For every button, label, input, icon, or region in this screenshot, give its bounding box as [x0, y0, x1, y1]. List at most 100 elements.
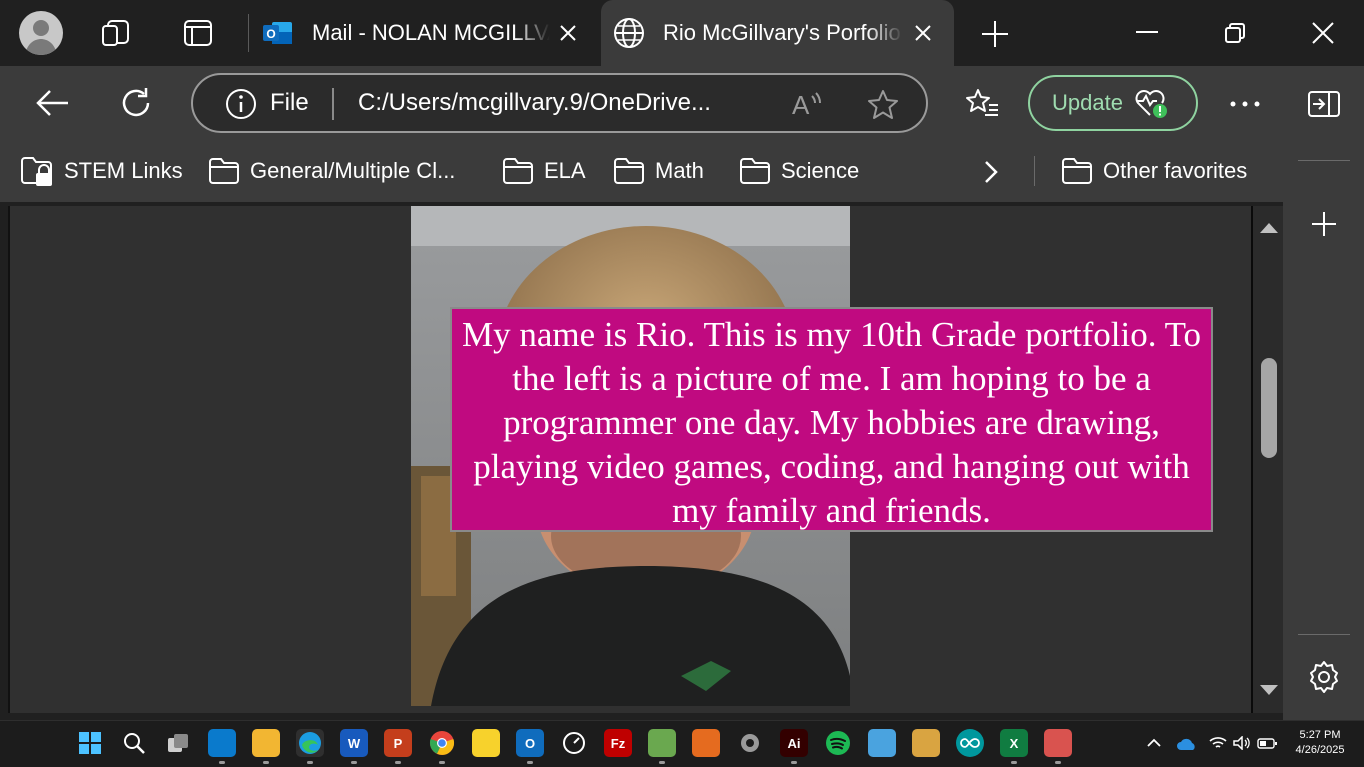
taskbar-sticky-notes-icon[interactable] [472, 729, 500, 757]
tab-portfolio-title: Rio McGillvary's Porfolio [663, 20, 901, 45]
taskbar-illustrator-icon[interactable]: Ai [780, 729, 808, 757]
favorite-general[interactable]: General/Multiple Cl... [208, 140, 455, 202]
address-bar[interactable]: File C:/Users/mcgillvary.9/OneDrive... A [191, 73, 928, 133]
taskbar-start-icon[interactable] [76, 729, 104, 757]
clock[interactable]: 5:27 PM 4/26/2025 [1288, 728, 1352, 758]
url-text[interactable]: C:/Users/mcgillvary.9/OneDrive... [358, 89, 711, 117]
sidebar-divider [1298, 160, 1350, 161]
sidebar-settings-button[interactable] [1307, 660, 1341, 694]
sidebar-add-button[interactable] [1311, 211, 1337, 237]
refresh-button[interactable] [119, 86, 153, 120]
refresh-icon [122, 88, 150, 117]
chevron-right-icon [985, 161, 998, 183]
svg-text:A: A [792, 90, 810, 120]
taskbar-game-app-icon[interactable] [692, 729, 720, 757]
tab-separator [248, 14, 249, 52]
onedrive-icon[interactable] [1176, 737, 1198, 751]
read-aloud-icon[interactable]: A [790, 88, 822, 120]
running-indicator [219, 761, 225, 764]
volume-icon[interactable] [1233, 736, 1251, 750]
favorite-label: Science [781, 158, 860, 183]
info-icon[interactable] [225, 88, 257, 120]
running-indicator [659, 761, 665, 764]
running-indicator [527, 761, 533, 764]
close-icon[interactable] [913, 23, 933, 43]
taskbar-powerpoint-icon[interactable]: P [384, 729, 412, 757]
ellipsis-icon [1230, 101, 1260, 107]
folder-icon [503, 158, 533, 184]
taskbar-word-icon[interactable]: W [340, 729, 368, 757]
svg-text:O: O [266, 27, 275, 41]
favorites-list-icon [966, 89, 998, 116]
edge-sidebar [1283, 140, 1364, 720]
favorite-star-icon[interactable] [866, 88, 900, 122]
taskbar-excel-icon[interactable]: X [1000, 729, 1028, 757]
taskbar-remote-app-icon[interactable] [868, 729, 896, 757]
favorite-ela[interactable]: ELA [502, 140, 586, 202]
new-tab-button[interactable] [980, 19, 1010, 49]
tab-actions-icon[interactable] [183, 19, 213, 47]
folder-icon [740, 158, 770, 184]
arrow-left-icon [36, 90, 68, 116]
taskbar-search-icon[interactable] [120, 729, 148, 757]
taskbar-outlook-icon[interactable]: O [516, 729, 544, 757]
taskbar-edge-icon[interactable] [296, 729, 324, 757]
taskbar-arduino-icon[interactable] [956, 729, 984, 757]
favorites-divider [1034, 156, 1035, 186]
back-button[interactable] [34, 88, 70, 118]
taskbar-filezilla-icon[interactable]: Fz [604, 729, 632, 757]
tab-mail[interactable]: O Mail - NOLAN MCGILLVARY - Outlook [250, 0, 596, 66]
running-indicator [395, 761, 401, 764]
sidebar-toggle-button[interactable] [1308, 91, 1340, 117]
vertical-scrollbar[interactable] [1251, 206, 1283, 713]
sidebar-toggle-icon [1308, 91, 1340, 117]
favorite-label: Math [655, 158, 704, 183]
tab-mail-title: Mail - NOLAN MCGILLVARY - Outlook [312, 20, 550, 45]
clock-time: 5:27 PM [1299, 729, 1341, 741]
workspaces-icon[interactable] [100, 17, 134, 49]
profile-avatar[interactable] [19, 11, 63, 55]
taskbar-image-viewer-icon[interactable] [648, 729, 676, 757]
running-indicator [791, 761, 797, 764]
favorites-overflow-button[interactable] [983, 160, 999, 184]
restore-button[interactable] [1224, 22, 1246, 44]
running-indicator [1055, 761, 1061, 764]
toolbar: File C:/Users/mcgillvary.9/OneDrive... A… [0, 66, 1364, 140]
scroll-down-arrow[interactable] [1259, 684, 1279, 696]
close-icon[interactable] [558, 23, 578, 43]
gear-icon [1310, 661, 1338, 693]
scroll-thumb[interactable] [1261, 358, 1277, 458]
running-indicator [307, 761, 313, 764]
taskbar-file-explorer-icon[interactable] [252, 729, 280, 757]
taskbar-chrome-icon[interactable] [428, 729, 456, 757]
taskbar-task-view-icon[interactable] [164, 729, 192, 757]
scroll-up-arrow[interactable] [1259, 222, 1279, 234]
taskbar-snip-app-icon[interactable] [1044, 729, 1072, 757]
wifi-icon[interactable] [1209, 736, 1227, 750]
favorite-science[interactable]: Science [739, 140, 859, 202]
taskbar-vscode-icon[interactable] [208, 729, 236, 757]
other-favorites-label: Other favorites [1103, 158, 1248, 183]
update-button[interactable]: Update [1028, 75, 1198, 131]
taskbar-settings-icon[interactable] [736, 729, 764, 757]
favorite-stem-links[interactable]: STEM Links [20, 140, 183, 202]
tab-strip: O Mail - NOLAN MCGILLVARY - Outlook Rio … [0, 0, 1364, 66]
favorites-button[interactable] [965, 87, 999, 119]
taskbar-photo-app-icon[interactable] [912, 729, 940, 757]
tab-portfolio[interactable]: Rio McGillvary's Porfolio [601, 0, 954, 66]
close-window-button[interactable] [1311, 21, 1335, 45]
battery-icon[interactable] [1257, 738, 1277, 749]
more-options-button[interactable] [1230, 101, 1260, 107]
minimize-button[interactable] [1136, 31, 1158, 33]
other-favorites[interactable]: Other favorites [1061, 140, 1247, 202]
taskbar-spotify-icon[interactable] [824, 729, 852, 757]
favorite-label: STEM Links [64, 158, 183, 183]
scheme-label[interactable]: File [270, 89, 309, 117]
close-icon [1312, 22, 1334, 44]
favorite-label: General/Multiple Cl... [250, 158, 456, 183]
sidebar-divider [1298, 634, 1350, 635]
taskbar-speedometer-icon[interactable] [560, 729, 588, 757]
plus-icon [1312, 212, 1336, 236]
favorite-math[interactable]: Math [613, 140, 704, 202]
tray-chevron-icon[interactable] [1147, 738, 1161, 748]
